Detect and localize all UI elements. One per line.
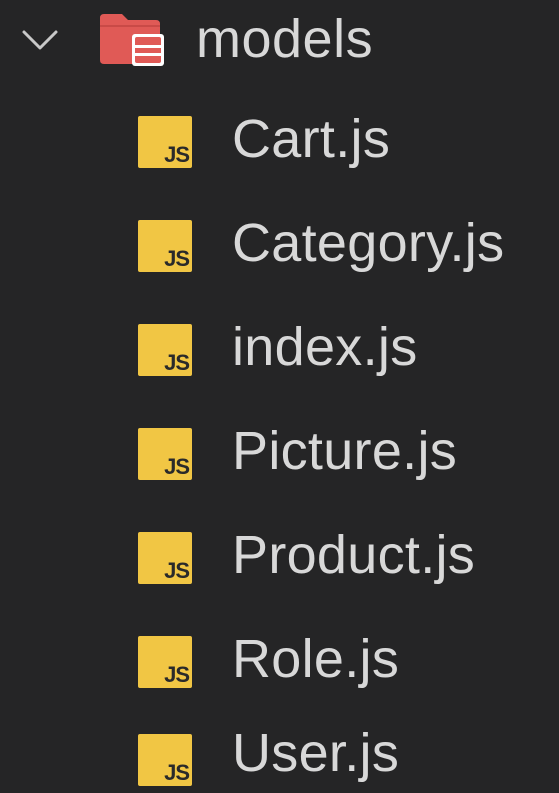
js-file-icon: JS — [138, 636, 192, 688]
js-file-icon: JS — [138, 428, 192, 480]
file-row-product[interactable]: JS Product.js — [0, 512, 559, 604]
js-badge-text: JS — [164, 558, 190, 583]
file-label: Product.js — [232, 525, 476, 585]
file-row-category[interactable]: JS Category.js — [0, 200, 559, 292]
file-row-cart[interactable]: JS Cart.js — [0, 96, 559, 188]
js-file-icon: JS — [138, 220, 192, 272]
js-file-icon: JS — [138, 116, 192, 168]
js-file-icon: JS — [138, 532, 192, 584]
file-row-role[interactable]: JS Role.js — [0, 616, 559, 708]
file-label: Cart.js — [232, 109, 391, 169]
file-explorer-tree: models JS Cart.js JS Category.js JS inde… — [0, 0, 559, 793]
folder-database-icon — [100, 14, 164, 66]
file-row-index[interactable]: JS index.js — [0, 304, 559, 396]
folder-row-models[interactable]: models — [0, 0, 559, 80]
file-label: index.js — [232, 317, 418, 377]
js-badge-text: JS — [164, 760, 190, 785]
js-badge-text: JS — [164, 350, 190, 375]
js-badge-text: JS — [164, 246, 190, 271]
file-row-picture[interactable]: JS Picture.js — [0, 408, 559, 500]
file-label: Picture.js — [232, 421, 458, 481]
file-label: Role.js — [232, 629, 400, 689]
chevron-down-icon[interactable] — [18, 18, 62, 62]
js-badge-text: JS — [164, 662, 190, 687]
file-row-user[interactable]: JS User.js — [0, 712, 559, 793]
file-label: Category.js — [232, 213, 505, 273]
js-badge-text: JS — [164, 142, 190, 167]
file-label: User.js — [232, 723, 400, 783]
js-badge-text: JS — [164, 454, 190, 479]
folder-label: models — [196, 9, 374, 69]
js-file-icon: JS — [138, 324, 192, 376]
js-file-icon: JS — [138, 734, 192, 786]
